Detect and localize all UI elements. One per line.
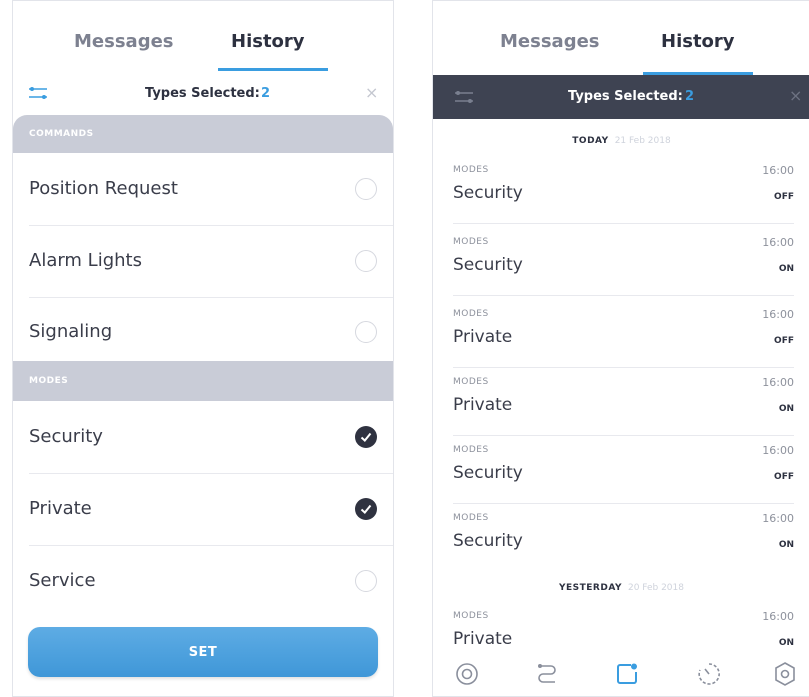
history-icon[interactable] [613, 660, 641, 688]
entry-category: MODES [453, 377, 489, 387]
entry-status: ON [778, 638, 794, 648]
entry-category: MODES [453, 611, 489, 621]
entry-category: MODES [453, 513, 489, 523]
entry-category: MODES [453, 445, 489, 455]
radio-unchecked[interactable] [355, 178, 377, 200]
tab-history[interactable]: History [661, 31, 735, 52]
entry-name: Security [453, 255, 523, 275]
entry-name: Private [453, 629, 513, 649]
entry-name: Security [453, 183, 523, 203]
tab-active-indicator [218, 68, 328, 71]
option-label: Signaling [29, 321, 113, 342]
option-label: Service [29, 570, 96, 591]
entry-name: Security [453, 531, 523, 551]
history-entry[interactable]: MODES Security 16:00 OFF [453, 441, 794, 504]
entry-category: MODES [453, 165, 489, 175]
entry-status: ON [778, 540, 794, 550]
option-label: Alarm Lights [29, 250, 142, 271]
entry-status: ON [778, 264, 794, 274]
filter-bar: Types Selected: 2 × [433, 75, 809, 119]
entry-time: 16:00 [762, 610, 794, 623]
filter-screen: Messages History Types Selected: 2 × COM… [12, 0, 394, 697]
option-signaling[interactable]: Signaling [29, 297, 393, 361]
set-button[interactable]: SET [28, 627, 378, 677]
option-private[interactable]: Private [29, 473, 393, 546]
types-selected-label: Types Selected: [145, 86, 260, 101]
option-security[interactable]: Security [29, 401, 393, 474]
filter-panel: COMMANDS Position Request Alarm Lights S… [13, 115, 393, 696]
option-label: Position Request [29, 178, 178, 199]
history-screen: Messages History Types Selected: 2 × TOD… [432, 0, 809, 697]
radio-unchecked[interactable] [355, 321, 377, 343]
entry-status: OFF [774, 472, 794, 482]
entry-category: MODES [453, 309, 489, 319]
option-position-request[interactable]: Position Request [29, 153, 393, 226]
day-header-yesterday: YESTERDAY 20 Feb 2018 [559, 583, 684, 593]
history-entry[interactable]: MODES Security 16:00 ON [453, 233, 794, 296]
entry-time: 16:00 [762, 512, 794, 525]
day-header-today: TODAY 21 Feb 2018 [572, 136, 671, 146]
tab-messages[interactable]: Messages [74, 31, 174, 52]
section-header-commands: COMMANDS [13, 115, 393, 153]
entry-time: 16:00 [762, 308, 794, 321]
radio-unchecked[interactable] [355, 570, 377, 592]
check-icon[interactable] [355, 426, 377, 448]
close-icon[interactable]: × [789, 86, 802, 105]
history-entry[interactable]: MODES Private 16:00 OFF [453, 305, 794, 368]
filter-icon[interactable] [453, 89, 475, 105]
timer-icon[interactable] [695, 660, 723, 688]
tab-messages[interactable]: Messages [500, 31, 600, 52]
bottom-nav [433, 656, 809, 696]
history-entry[interactable]: MODES Private 16:00 ON [453, 373, 794, 436]
route-icon[interactable] [533, 660, 561, 688]
option-label: Security [29, 426, 103, 447]
entry-status: ON [778, 404, 794, 414]
entry-time: 16:00 [762, 444, 794, 457]
types-selected-label: Types Selected: [568, 89, 683, 104]
entry-time: 16:00 [762, 376, 794, 389]
radio-unchecked[interactable] [355, 250, 377, 272]
entry-category: MODES [453, 237, 489, 247]
types-selected-count: 2 [261, 86, 271, 101]
section-header-modes: MODES [13, 361, 393, 401]
shield-icon[interactable] [771, 660, 799, 688]
filter-bar: Types Selected: 2 × [13, 73, 393, 115]
option-label: Private [29, 498, 92, 519]
history-entry[interactable]: MODES Security 16:00 ON [453, 509, 794, 571]
tab-bar: Messages History [433, 1, 809, 75]
history-entry[interactable]: MODES Security 16:00 OFF [453, 161, 794, 224]
filter-icon[interactable] [27, 85, 49, 101]
close-icon[interactable]: × [365, 83, 378, 102]
types-selected-count: 2 [685, 89, 695, 104]
option-service[interactable]: Service [29, 545, 393, 617]
option-alarm-lights[interactable]: Alarm Lights [29, 225, 393, 298]
entry-name: Private [453, 395, 513, 415]
tab-history[interactable]: History [231, 31, 305, 52]
entry-name: Private [453, 327, 513, 347]
entry-time: 16:00 [762, 164, 794, 177]
entry-status: OFF [774, 336, 794, 346]
entry-name: Security [453, 463, 523, 483]
check-icon[interactable] [355, 498, 377, 520]
target-icon[interactable] [453, 660, 481, 688]
entry-status: OFF [774, 192, 794, 202]
entry-time: 16:00 [762, 236, 794, 249]
tab-bar: Messages History [13, 1, 393, 73]
